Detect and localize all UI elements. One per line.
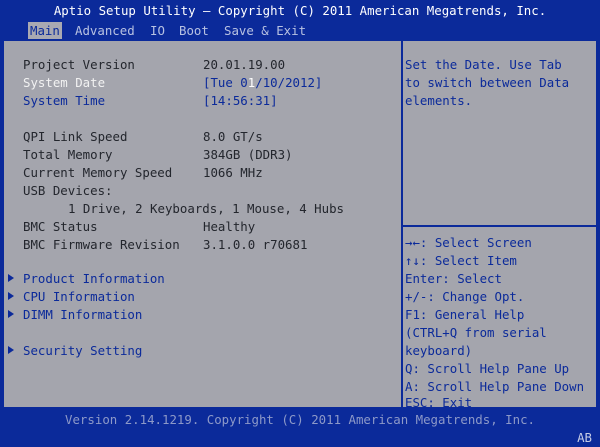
key-legend-select-item: ↑↓: Select Item [405,253,517,268]
system-date-suffix: /10/2012] [255,75,323,90]
submenu-arrow-icon [8,346,14,354]
system-time-value[interactable]: [14:56:31] [203,92,278,110]
window-title: Aptio Setup Utility – Copyright (C) 2011… [53,3,547,18]
key-legend-serial-note-cont: keyboard) [405,343,473,358]
tab-bar: Main Advanced IO Boot Save & Exit [0,22,600,39]
main-panel: Project Version 20.01.19.00 System Date … [4,41,596,410]
system-date-label[interactable]: System Date [23,74,105,92]
submenu-security-setting[interactable]: Security Setting [23,342,142,360]
footer-version: Version 2.14.1219. Copyright (C) 2011 Am… [65,412,535,427]
usb-devices-label: USB Devices: [23,183,113,198]
tab-advanced[interactable]: Advanced [73,22,137,39]
tab-boot[interactable]: Boot [177,22,211,39]
memory-speed-value: 1066 MHz [203,165,263,180]
help-text-line: Set the Date. Use Tab [405,57,562,72]
key-legend-enter: Enter: Select [405,271,502,286]
submenu-arrow-icon [8,310,14,318]
tab-io[interactable]: IO [148,22,167,39]
help-divider [403,225,596,227]
memory-speed-label: Current Memory Speed [23,165,173,180]
system-date-value[interactable]: [Tue 01/10/2012] [203,74,322,92]
usb-devices-value: 1 Drive, 2 Keyboards, 1 Mouse, 4 Hubs [68,201,345,216]
key-legend-exit: ESC: Exit [405,395,473,410]
qpi-value: 8.0 GT/s [203,129,263,144]
bmc-status-label: BMC Status [23,219,98,234]
submenu-product-information[interactable]: Product Information [23,270,165,288]
key-legend-serial-note: (CTRL+Q from serial [405,325,547,340]
bmc-status-value: Healthy [203,219,256,234]
system-date-prefix: [Tue 0 [203,75,248,90]
submenu-arrow-icon [8,292,14,300]
key-legend-scroll-up: Q: Scroll Help Pane Up [405,361,570,376]
qpi-label: QPI Link Speed [23,129,128,144]
help-text-line: to switch between Data [405,75,570,90]
submenu-dimm-information[interactable]: DIMM Information [23,306,142,324]
bmc-firmware-value: 3.1.0.0 r70681 [203,237,308,252]
total-memory-label: Total Memory [23,147,113,162]
submenu-cpu-information[interactable]: CPU Information [23,288,135,306]
bmc-firmware-label: BMC Firmware Revision [23,237,180,252]
system-time-label[interactable]: System Time [23,92,105,110]
submenu-arrow-icon [8,274,14,282]
corner-indicator: AB [577,430,592,445]
project-version-label: Project Version [23,57,135,72]
panel-divider [401,41,403,407]
tab-save-exit[interactable]: Save & Exit [222,22,308,39]
total-memory-value: 384GB (DDR3) [203,147,293,162]
tab-main[interactable]: Main [28,22,62,39]
key-legend-general-help: F1: General Help [405,307,525,322]
help-text-line: elements. [405,93,473,108]
key-legend-select-screen: →←: Select Screen [405,235,532,250]
key-legend-change-opt: +/-: Change Opt. [405,289,525,304]
project-version-value: 20.01.19.00 [203,57,286,72]
key-legend-scroll-down: A: Scroll Help Pane Down [405,379,585,394]
